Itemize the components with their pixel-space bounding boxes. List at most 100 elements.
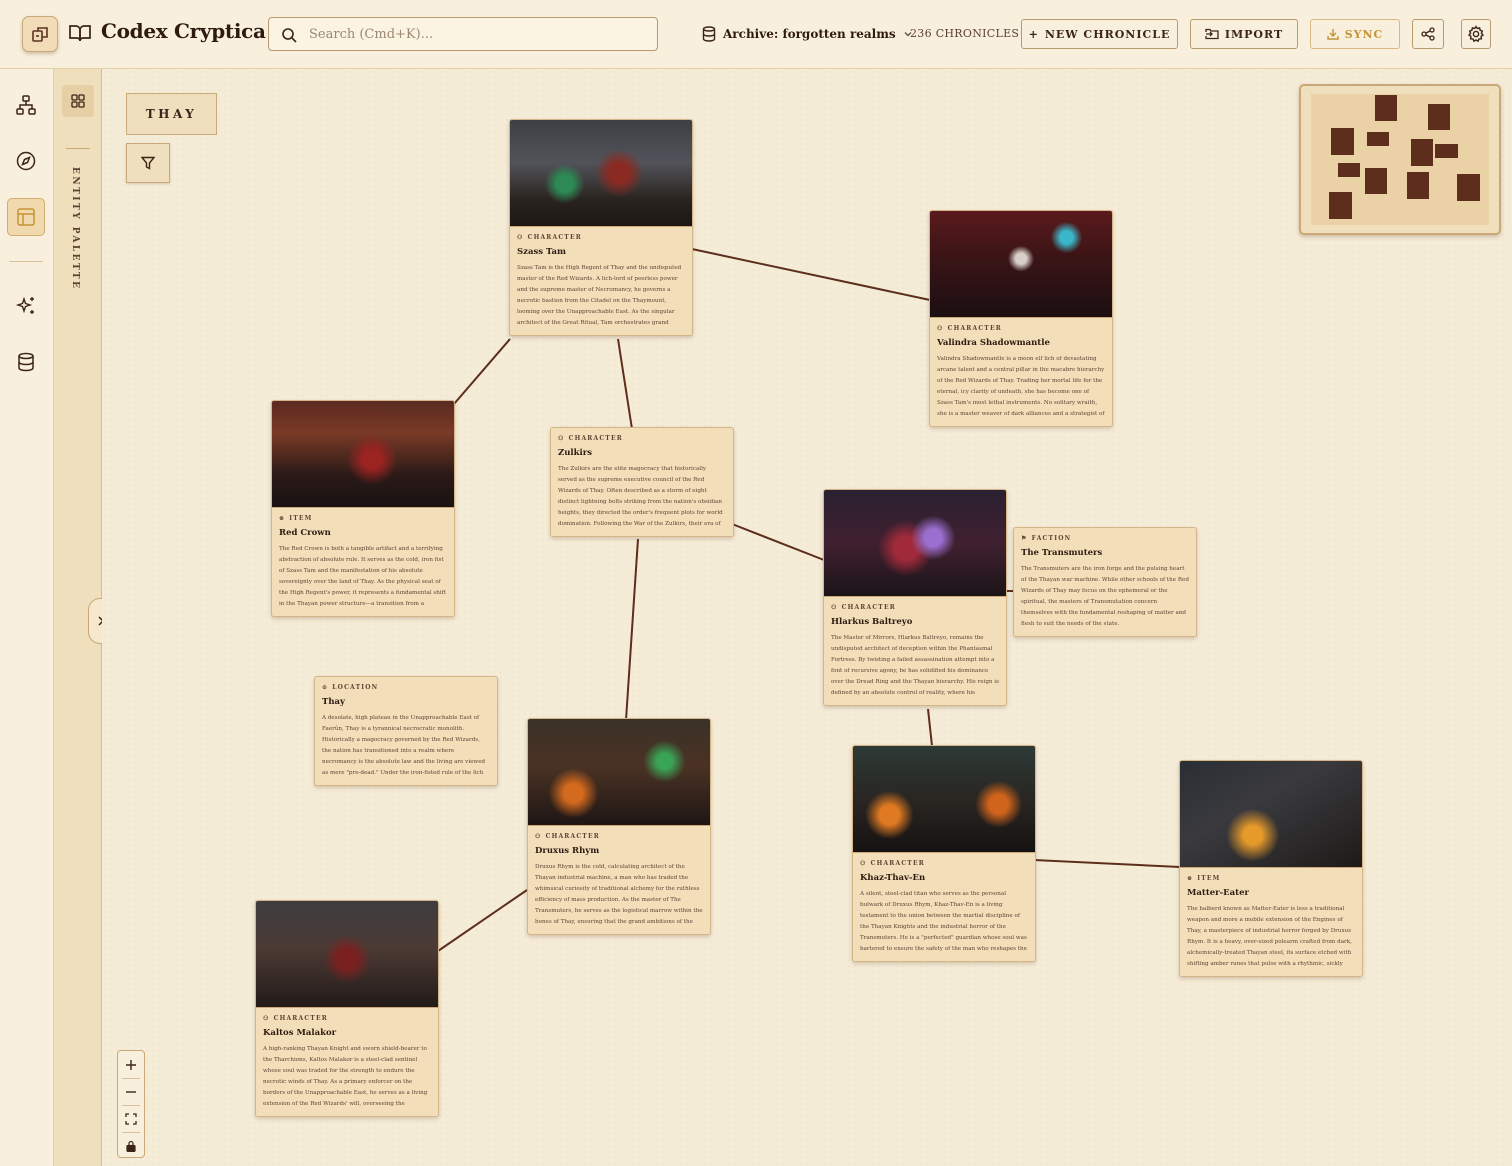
import-button[interactable]: IMPORT [1190, 19, 1298, 49]
entity-card-red-crown[interactable]: ⊛ ITEM Red Crown The Red Crown is both a … [271, 400, 455, 617]
faction-icon: ⚑ [1021, 535, 1028, 542]
rail-oracle[interactable] [7, 287, 45, 325]
card-description: Druxus Rhym is the cold, calculating arc… [535, 864, 703, 925]
entity-card-valindra[interactable]: ⚇ CHARACTER Valindra Shadowmantle Valindr… [929, 210, 1113, 427]
zoom-controls [117, 1050, 145, 1158]
rail-canvas[interactable] [7, 198, 45, 236]
database-icon [18, 352, 34, 372]
link-line [1033, 859, 1181, 868]
rail-graph-view[interactable] [7, 86, 45, 124]
card-type: ⚇ CHARACTER [831, 604, 896, 611]
link-line [617, 338, 633, 430]
settings-button[interactable] [1461, 19, 1491, 49]
compass-icon [16, 151, 36, 171]
plus-icon: + [1028, 27, 1039, 41]
entity-card-khaz[interactable]: ⚇ CHARACTER Khaz-Thav-En A silent, steel-… [852, 745, 1036, 962]
sparkles-icon [15, 296, 34, 314]
minimap-viewport [1311, 94, 1489, 225]
card-title: Kaltos Malakor [263, 1028, 337, 1038]
minimap-node [1329, 192, 1352, 219]
entity-card-transmuters[interactable]: ⚑ FACTION The Transmuters The Transmuters… [1013, 527, 1197, 637]
card-type: ⊛ ITEM [1187, 875, 1221, 882]
card-type: ⚑ FACTION [1021, 535, 1072, 542]
person-icon: ⚇ [558, 435, 565, 442]
card-description: A desolate, high plateau in the Unapproa… [322, 715, 486, 776]
database-icon [702, 26, 716, 42]
item-icon: ⊛ [279, 515, 286, 522]
minimap-node [1331, 128, 1354, 155]
rail-database[interactable] [7, 343, 45, 381]
archive-name: Archive: forgotten realms [723, 27, 896, 41]
download-icon [1326, 29, 1339, 40]
card-title: Thay [322, 697, 345, 707]
lock-button[interactable] [118, 1133, 144, 1159]
card-title: The Transmuters [1021, 548, 1103, 558]
palette-grid-button[interactable] [62, 85, 94, 117]
card-image [510, 120, 692, 227]
link-line [625, 538, 639, 721]
palette-divider [66, 148, 90, 149]
search-bar[interactable] [268, 17, 658, 51]
filter-button[interactable] [126, 143, 170, 183]
archive-selector[interactable]: Archive: forgotten realms [702, 24, 913, 44]
entity-card-szass-tam[interactable]: ⚇ CHARACTER Szass Tam Szass Tam is the Hi… [509, 119, 693, 336]
share-button[interactable] [1412, 19, 1444, 49]
share-icon [1421, 27, 1435, 41]
new-chronicle-button[interactable]: + NEW CHRONICLE [1021, 19, 1178, 49]
card-type: ⚇ CHARACTER [517, 234, 582, 241]
entity-card-druxus[interactable]: ⚇ CHARACTER Druxus Rhym Druxus Rhym is th… [527, 718, 711, 935]
person-icon: ⚇ [517, 234, 524, 241]
hierarchy-icon [16, 95, 36, 115]
sync-button[interactable]: SYNC [1310, 19, 1400, 49]
card-title: Khaz-Thav-En [860, 873, 926, 883]
zoom-out-button[interactable] [118, 1079, 144, 1105]
card-description: Szass Tam is the High Regent of Thay and… [517, 265, 682, 326]
link-line [731, 523, 825, 561]
card-image [1180, 761, 1362, 868]
layout-icon [17, 208, 35, 226]
card-type: ⊛ ITEM [279, 515, 313, 522]
app-title: Codex Cryptica [101, 19, 266, 43]
entity-card-thay[interactable]: ⊙ LOCATION Thay A desolate, high plateau … [314, 676, 498, 786]
left-nav-rail [0, 69, 54, 1166]
search-input[interactable] [309, 18, 649, 50]
minimap-node [1367, 132, 1389, 146]
card-image [528, 719, 710, 826]
card-title: Druxus Rhym [535, 846, 600, 856]
sync-label: SYNC [1344, 27, 1384, 41]
card-type: ⚇ CHARACTER [263, 1015, 328, 1022]
entity-card-zulkirs[interactable]: ⚇ CHARACTER Zulkirs The Zulkirs are the e… [550, 427, 734, 537]
card-type: ⚇ CHARACTER [860, 860, 925, 867]
item-icon: ⊛ [1187, 875, 1194, 882]
book-icon [69, 25, 91, 42]
link-line [437, 889, 528, 952]
card-image [824, 490, 1006, 597]
card-title: Zulkirs [558, 448, 592, 458]
card-description: A silent, steel-clad titan who serves as… [860, 891, 1027, 952]
person-icon: ⚇ [937, 325, 944, 332]
minimap-node [1428, 104, 1450, 130]
card-description: Valindra Shadowmantle is a moon elf lich… [937, 356, 1105, 417]
zoom-in-button[interactable] [118, 1052, 144, 1078]
import-icon [1205, 28, 1219, 40]
card-title: Matter-Eater [1187, 888, 1249, 898]
rail-explore[interactable] [7, 142, 45, 180]
card-type: ⚇ CHARACTER [937, 325, 1002, 332]
region-label[interactable]: THAY [126, 93, 217, 135]
rail-divider [9, 261, 43, 262]
minimap[interactable] [1299, 84, 1501, 235]
fit-view-button[interactable] [118, 1106, 144, 1132]
filter-icon [141, 156, 155, 170]
minimap-node [1375, 95, 1397, 121]
entity-card-kaltos[interactable]: ⚇ CHARACTER Kaltos Malakor A high-ranking… [255, 900, 439, 1117]
card-title: Hlarkus Baltreyo [831, 617, 913, 627]
card-description: A high-ranking Thayan Knight and sworn s… [263, 1046, 428, 1107]
logo-icon [32, 27, 48, 42]
minimap-node [1457, 174, 1480, 201]
graph-canvas[interactable]: THAY ⚇ CHARACTER Szass Tam Szass Tam is t… [102, 69, 1512, 1166]
home-logo-button[interactable] [22, 16, 58, 52]
card-image [930, 211, 1112, 318]
card-description: The Transmuters are the iron forge and t… [1021, 566, 1189, 627]
entity-card-matter-eater[interactable]: ⊛ ITEM Matter-Eater The halberd known as … [1179, 760, 1363, 977]
entity-card-hlarkus[interactable]: ⚇ CHARACTER Hlarkus Baltreyo The Master o… [823, 489, 1007, 706]
